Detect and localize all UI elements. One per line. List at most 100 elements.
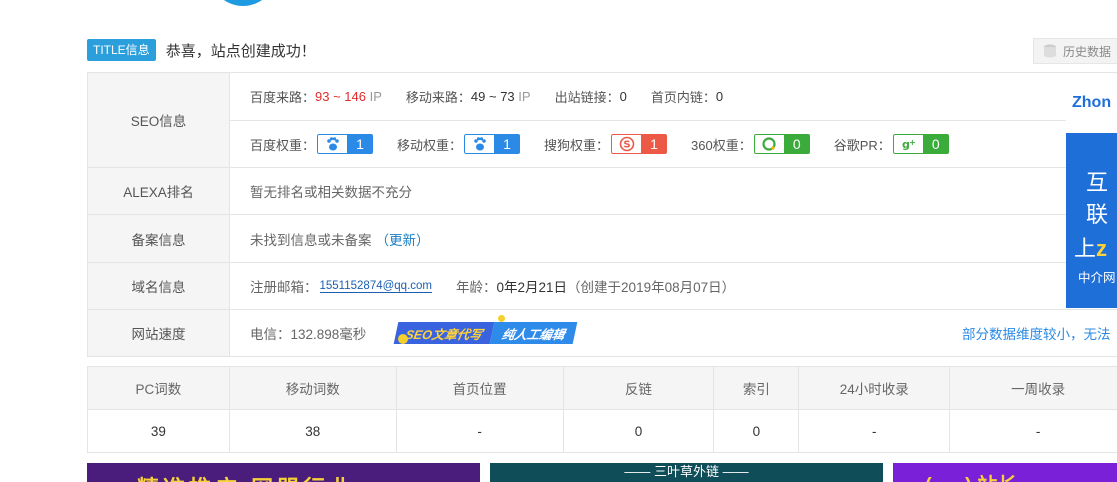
created-date: （创建于2019年08月07日）	[567, 280, 736, 295]
sogou-weight-badge[interactable]: S 1	[611, 134, 668, 154]
weight-360-label: 360权重：	[691, 137, 752, 153]
ad-line2-highlight: z	[1096, 236, 1108, 261]
beian-update-link[interactable]: 更新	[389, 229, 416, 249]
homepage-links-label: 首页内链：	[650, 90, 716, 105]
weight-360-badge[interactable]: 0	[753, 134, 810, 154]
alexa-label: ALEXA排名	[88, 168, 230, 214]
stats-header: 反链	[563, 367, 715, 410]
beian-update-open: （	[375, 232, 390, 248]
speed-label: 网站速度	[88, 310, 230, 356]
stats-header-row: PC词数 移动词数 首页位置 反链 索引 24小时收录 一周收录	[88, 367, 1117, 410]
domain-row: 域名信息 注册邮箱： 1551152874@qq.com 年龄： 0年2月21日…	[88, 263, 1117, 310]
stats-value: 39	[88, 410, 230, 453]
sogou-weight-value: 1	[641, 134, 668, 154]
baidu-traffic: 百度来路： 93 ~ 146 IP	[250, 87, 382, 106]
seo-row: SEO信息 百度来路： 93 ~ 146 IP 移动来路： 49 ~ 73 IP…	[88, 73, 1117, 168]
google-pr-badge[interactable]: g + 0	[892, 134, 949, 154]
google-pr-value: 0	[922, 134, 949, 154]
stats-header: PC词数	[88, 367, 230, 410]
domain-label: 域名信息	[88, 263, 230, 309]
baidu-weight-label: 百度权重：	[250, 137, 316, 153]
baidu-weight: 百度权重： 1	[250, 134, 374, 154]
mobile-traffic: 移动来路： 49 ~ 73 IP	[406, 87, 531, 106]
sogou-icon: S	[611, 134, 642, 154]
stats-value: -	[799, 410, 951, 453]
email-label: 注册邮箱：	[250, 280, 318, 295]
speed-value: 电信：132.898毫秒	[250, 327, 367, 342]
baidu-traffic-unit: IP	[369, 89, 382, 104]
beian-label: 备案信息	[88, 215, 230, 262]
stats-value-row: 39 38 - 0 0 - -	[88, 410, 1117, 453]
promo-banner-1-text: 精准推广 网盟行业	[137, 471, 355, 482]
page-title: 恭喜，站点创建成功！	[165, 42, 316, 60]
promo-banner-3[interactable]: (___) 站长	[893, 463, 1117, 482]
baidu-traffic-value: 93 ~ 146	[315, 89, 366, 104]
sogou-weight-label: 搜狗权重：	[544, 137, 610, 153]
stats-header: 24小时收录	[799, 367, 951, 410]
360-icon	[753, 134, 784, 154]
seo-label: SEO信息	[88, 73, 230, 167]
title-tag: TITLE信息	[87, 39, 156, 61]
data-notice: 部分数据维度较小，无法	[962, 327, 1111, 342]
stats-header: 首页位置	[396, 367, 564, 410]
promo-banner-3-text: (___) 站长	[925, 469, 1017, 482]
alexa-row: ALEXA排名 暂无排名或相关数据不充分	[88, 168, 1117, 215]
age-label: 年龄：	[456, 280, 497, 295]
beian-row: 备案信息 未找到信息或未备案 （更新）	[88, 215, 1117, 263]
alexa-value: 暂无排名或相关数据不充分	[250, 185, 412, 200]
title-bar: TITLE信息 恭喜，站点创建成功！	[87, 38, 316, 62]
seo-banner-right: 纯人工编辑	[490, 322, 578, 344]
weight-360: 360权重： 0	[691, 134, 810, 154]
ad-line1: 互联	[1086, 170, 1109, 227]
beian-update-close: ）	[416, 232, 430, 248]
stats-value: 38	[229, 410, 397, 453]
age-value: 0年2月21日	[496, 280, 568, 295]
ad-line3: 中介网	[1078, 271, 1116, 285]
database-icon	[1044, 44, 1056, 58]
ad-line2-prefix: 上	[1074, 236, 1097, 261]
site-info-table: SEO信息 百度来路： 93 ~ 146 IP 移动来路： 49 ~ 73 IP…	[87, 72, 1117, 357]
sogou-weight: 搜狗权重： S 1	[544, 134, 668, 154]
google-pr: 谷歌PR： g + 0	[834, 134, 949, 154]
homepage-links-value: 0	[715, 89, 724, 104]
mobile-weight-badge[interactable]: 1	[464, 134, 521, 154]
promo-banner-2[interactable]: —— 三叶草外链 ——	[490, 463, 883, 482]
baidu-weight-value: 1	[347, 134, 374, 154]
homepage-links: 首页内链： 0	[651, 87, 723, 106]
history-data-label: 历史数据	[1063, 44, 1112, 59]
beian-value: 未找到信息或未备案	[250, 232, 372, 248]
outlinks: 出站链接： 0	[555, 87, 627, 106]
stats-value: -	[396, 410, 564, 453]
history-data-button[interactable]: 历史数据	[1033, 38, 1117, 64]
mobile-weight-label: 移动权重：	[397, 137, 463, 153]
outlinks-label: 出站链接：	[554, 90, 620, 105]
side-advertisement[interactable]: Zhon 互联 上z 中介网	[1066, 73, 1117, 308]
svg-text:+: +	[909, 138, 916, 147]
mobile-weight: 移动权重： 1	[397, 134, 521, 154]
baidu-traffic-label: 百度来路：	[250, 90, 316, 105]
stats-value: 0	[563, 410, 715, 453]
stats-table: PC词数 移动词数 首页位置 反链 索引 24小时收录 一周收录 39 38 -…	[87, 366, 1117, 453]
weight-360-value: 0	[783, 134, 810, 154]
baidu-paw-icon	[464, 134, 495, 154]
seo-writing-banner[interactable]: SEO文章代写 纯人工编辑	[393, 322, 578, 344]
stats-value: -	[950, 410, 1117, 453]
outlinks-value: 0	[619, 89, 627, 104]
google-plus-icon: g +	[892, 134, 923, 154]
mobile-traffic-unit: IP	[518, 89, 531, 104]
mobile-traffic-label: 移动来路：	[405, 90, 471, 105]
google-pr-label: 谷歌PR：	[833, 137, 891, 153]
baidu-weight-badge[interactable]: 1	[317, 134, 374, 154]
stats-header: 一周收录	[950, 367, 1117, 410]
stats-header: 移动词数	[229, 367, 397, 410]
promo-banner-1[interactable]: 精准推广 网盟行业	[87, 463, 480, 482]
mobile-weight-value: 1	[494, 134, 521, 154]
mobile-traffic-value: 49 ~ 73	[470, 89, 515, 104]
promo-banner-2-text: —— 三叶草外链 ——	[624, 464, 749, 479]
ad-brand: Zhon	[1072, 94, 1112, 111]
baidu-paw-icon	[317, 134, 348, 154]
email-link[interactable]: 1551152874@qq.com	[319, 280, 432, 293]
avatar	[210, 0, 276, 6]
stats-value: 0	[714, 410, 800, 453]
banner-dot	[498, 315, 505, 322]
